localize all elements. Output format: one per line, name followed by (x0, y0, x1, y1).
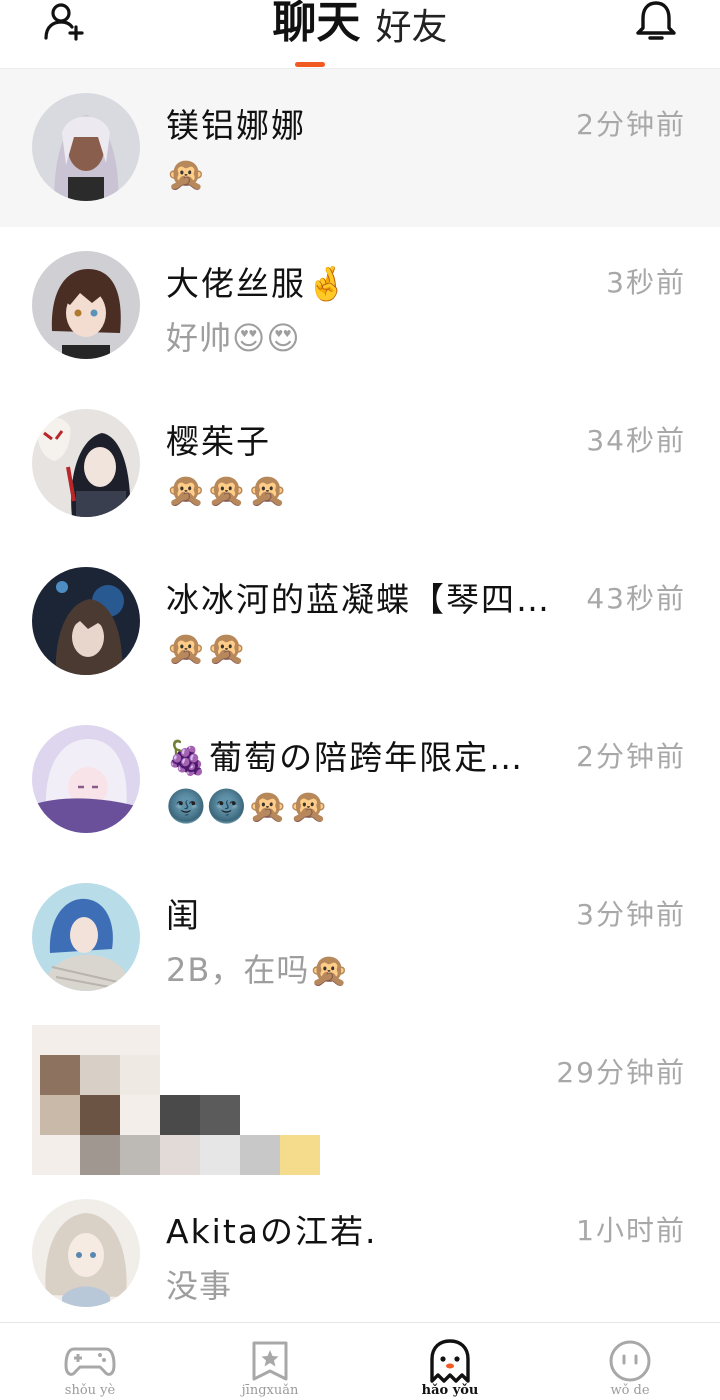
conversation-row[interactable]: 冰冰河的蓝凝蝶【琴四… 🙊🙊 43秒前 (0, 543, 720, 701)
nav-featured[interactable]: jīngxuǎn (180, 1323, 360, 1400)
message-preview: 2B，在吗🙊 (166, 951, 351, 989)
conversation-row[interactable]: 29分钟前 (0, 1017, 720, 1175)
conversation-row[interactable]: 闺 2B，在吗🙊 3分钟前 (0, 859, 720, 1017)
message-preview: 没事 (166, 1267, 233, 1305)
message-preview: 🙊 (166, 155, 207, 193)
bell-icon[interactable] (634, 0, 678, 42)
bottom-nav: shǒu yè jīngxuǎn hǎo yǒu wǒ de (0, 1322, 720, 1400)
message-preview: 好帅😍😍 (166, 319, 301, 357)
ghost-icon (430, 1339, 470, 1383)
avatar (32, 251, 140, 359)
avatar (32, 725, 140, 833)
avatar (32, 883, 140, 991)
message-preview: 🙊🙊 (166, 629, 248, 667)
header-tabs: 聊天 好友 (0, 0, 720, 50)
nav-profile[interactable]: wǒ de (540, 1323, 720, 1400)
nav-home[interactable]: shǒu yè (0, 1323, 180, 1400)
active-tab-indicator (295, 62, 325, 67)
avatar (32, 567, 140, 675)
contact-name: Akitaの江若. (166, 1212, 378, 1251)
conversation-row[interactable]: 🍇葡萄の陪跨年限定… 🌚🌚🙊🙊 2分钟前 (0, 701, 720, 859)
conversation-row[interactable]: Akitaの江若. 没事 1小时前 (0, 1175, 720, 1333)
contact-name: 大佬丝服🤞 (166, 264, 350, 303)
timestamp: 1小时前 (576, 1214, 686, 1247)
contact-name: 闺 (166, 896, 201, 935)
contact-name: 冰冰河的蓝凝蝶【琴四… (166, 580, 551, 619)
message-preview: 🙊🙊🙊 (166, 471, 289, 509)
nav-label: wǒ de (610, 1383, 650, 1398)
message-preview: 🌚🌚🙊🙊 (166, 787, 330, 825)
timestamp: 29分钟前 (556, 1056, 686, 1089)
conversation-row[interactable]: 镁铝娜娜 🙊 2分钟前 (0, 69, 720, 227)
timestamp: 34秒前 (586, 424, 686, 457)
timestamp: 2分钟前 (576, 740, 686, 773)
tab-friends[interactable]: 好友 (376, 0, 448, 50)
conversation-row[interactable]: 樱茱子 🙊🙊🙊 34秒前 (0, 385, 720, 543)
nav-label: jīngxuǎn (241, 1383, 299, 1398)
blurred-avatar (32, 1025, 320, 1175)
nav-label: hǎo yǒu (421, 1383, 479, 1398)
avatar (32, 409, 140, 517)
conversation-row[interactable]: 大佬丝服🤞 好帅😍😍 3秒前 (0, 227, 720, 385)
timestamp: 3分钟前 (576, 898, 686, 931)
timestamp: 2分钟前 (576, 108, 686, 141)
avatar (32, 93, 140, 201)
nav-label: shǒu yè (64, 1383, 116, 1398)
contact-name: 樱茱子 (166, 422, 271, 461)
timestamp: 43秒前 (586, 582, 686, 615)
face-icon (609, 1340, 651, 1382)
avatar (32, 1199, 140, 1307)
conversation-list: 镁铝娜娜 🙊 2分钟前 大佬丝服🤞 好帅😍😍 3秒前 樱茱子 🙊🙊� (0, 69, 720, 1333)
contact-name: 镁铝娜娜 (166, 106, 306, 145)
star-bookmark-icon (252, 1341, 288, 1381)
nav-friends[interactable]: hǎo yǒu (360, 1323, 540, 1400)
tab-chat[interactable]: 聊天 (272, 0, 360, 50)
contact-name: 🍇葡萄の陪跨年限定… (166, 738, 525, 777)
timestamp: 3秒前 (606, 266, 686, 299)
gamepad-icon (64, 1347, 116, 1376)
top-bar: 聊天 好友 (0, 0, 720, 69)
